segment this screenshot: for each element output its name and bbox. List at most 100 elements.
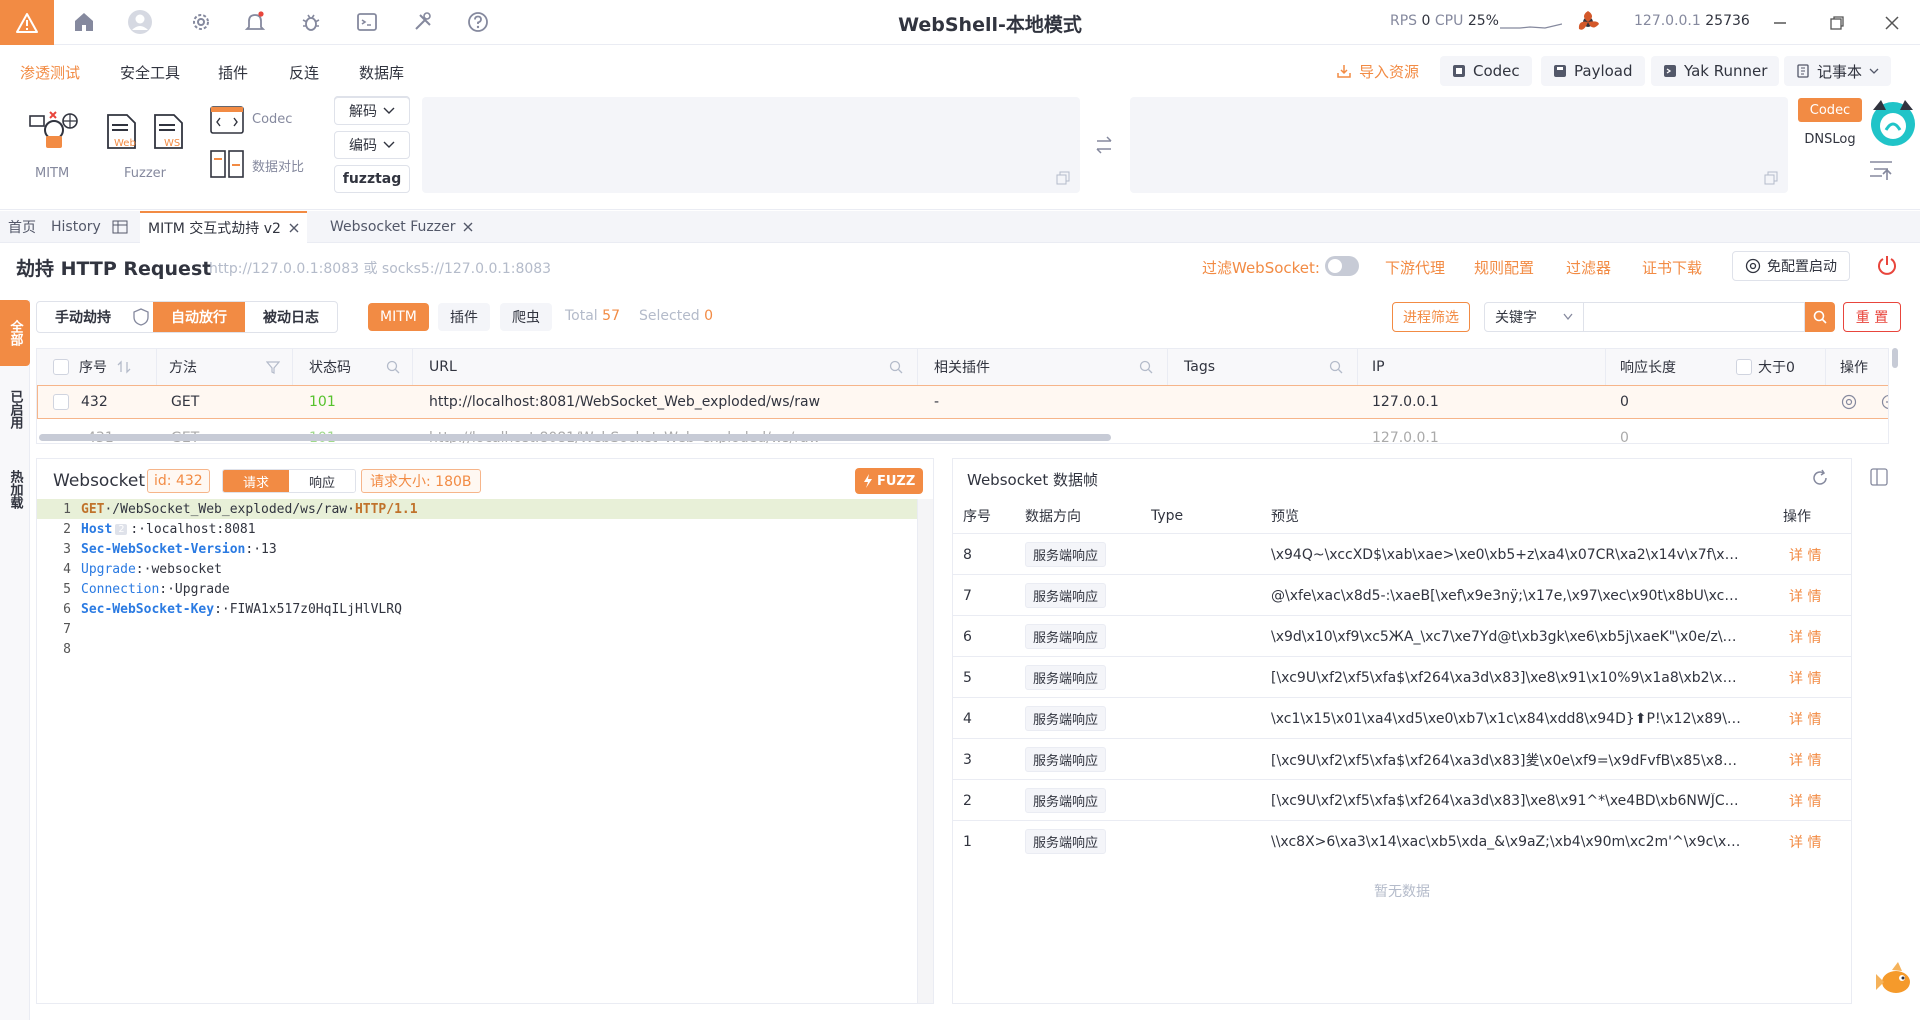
filter-link[interactable]: 过滤器 (1566, 257, 1611, 278)
code-line[interactable]: 1 GET ·/WebSocket_Web_exploded/ws/raw· HTTP… (37, 499, 417, 519)
tab-mitm-hijack[interactable]: MITM 交互式劫持 v2 (140, 211, 307, 243)
greater-than-zero-checkbox[interactable] (1736, 359, 1752, 375)
code-line[interactable]: 3 Sec-WebSocket-Version:·13 (37, 539, 277, 559)
vertical-scrollbar[interactable] (1892, 348, 1898, 368)
menu-security-tools[interactable]: 安全工具 (120, 62, 180, 83)
tools-icon[interactable] (410, 9, 436, 35)
code-line[interactable]: 6 Sec-WebSocket-Key:·FIWA1x517z0HqILjHlVL… (37, 599, 402, 619)
minimize-icon[interactable] (1766, 9, 1794, 37)
passive-log-button[interactable]: 被动日志 (245, 302, 337, 332)
frame-detail-link[interactable]: 详 情 (1789, 575, 1821, 616)
codec-shortcut-button[interactable]: Codec (1440, 56, 1532, 86)
bug-icon[interactable] (298, 9, 324, 35)
menu-database[interactable]: 数据库 (359, 62, 404, 83)
frame-detail-link[interactable]: 详 情 (1789, 821, 1821, 862)
sort-icon[interactable] (117, 360, 131, 374)
response-tab[interactable]: 响应 (289, 470, 355, 492)
help-icon[interactable] (465, 9, 491, 35)
keyword-select[interactable]: 关键字 (1484, 302, 1584, 332)
terminal-icon[interactable] (354, 9, 380, 35)
decode-button[interactable]: 解码 (334, 97, 410, 125)
compare-tool-label[interactable]: 数据对比 (252, 156, 304, 175)
chrome-icon[interactable] (1841, 394, 1857, 410)
restore-icon[interactable] (1823, 9, 1851, 37)
reset-button[interactable]: 重 置 (1843, 302, 1901, 332)
tab-toolbox[interactable] (104, 211, 136, 243)
search-icon[interactable] (1329, 360, 1343, 374)
copy-icon[interactable] (1764, 171, 1778, 185)
frame-row[interactable]: 5 服务端响应 [\xc9U\xf2\xf5\xfa$\xf264\xa3d\x83… (953, 656, 1851, 697)
frame-row[interactable]: 2 服务端响应 [\xc9U\xf2\xf5\xfa$\xf264\xa3d\x83… (953, 779, 1851, 820)
arrow-right-circle-icon[interactable] (1881, 394, 1889, 410)
alert-icon[interactable] (0, 0, 54, 45)
tab-history[interactable]: History (43, 211, 109, 243)
code-line[interactable]: 4 Upgrade:·websocket (37, 559, 222, 579)
menu-pentest[interactable]: 渗透测试 (20, 62, 80, 83)
user-avatar-icon[interactable] (127, 9, 153, 35)
frame-row[interactable]: 8 服务端响应 \x94Q~\xccXD$\xab\xae>\xe0\xb5+z\x… (953, 533, 1851, 574)
frame-detail-link[interactable]: 详 情 (1789, 616, 1821, 657)
horizontal-scrollbar[interactable] (39, 434, 1111, 441)
frame-detail-link[interactable]: 详 情 (1789, 534, 1821, 575)
frame-detail-link[interactable]: 详 情 (1789, 780, 1821, 821)
goldfish-mascot-icon[interactable] (1872, 956, 1916, 1000)
refresh-icon[interactable] (1811, 469, 1829, 487)
code-line[interactable]: 7 (37, 619, 81, 639)
home-icon[interactable] (71, 9, 97, 35)
menu-reverse[interactable]: 反连 (289, 62, 319, 83)
request-tab[interactable]: 请求 (223, 470, 289, 492)
frame-row[interactable]: 7 服务端响应 @\xfe\xac\x8d5-:\xaeB[\xef\x9e3nÿ;… (953, 574, 1851, 615)
notebook-button[interactable]: 记事本 (1784, 56, 1892, 86)
tab-websocket-fuzzer[interactable]: Websocket Fuzzer (322, 211, 481, 243)
side-tab-all[interactable]: 全部 (0, 300, 30, 366)
plugin-filter-pill[interactable]: 插件 (438, 303, 490, 331)
rule-config-link[interactable]: 规则配置 (1474, 257, 1534, 278)
side-tab-hotload[interactable]: 热加载 (0, 452, 30, 526)
frame-detail-link[interactable]: 详 情 (1789, 657, 1821, 698)
frame-detail-link[interactable]: 详 情 (1789, 739, 1821, 780)
side-panel-toggle-icon[interactable] (1870, 468, 1888, 486)
search-icon[interactable] (386, 360, 400, 374)
free-start-button[interactable]: 免配置启动 (1732, 251, 1850, 281)
gear-icon[interactable] (188, 9, 214, 35)
swap-icon[interactable] (1094, 136, 1114, 154)
codec-tool-icon[interactable] (210, 106, 244, 136)
manual-hijack-button[interactable]: 手动劫持 (37, 302, 129, 332)
code-line[interactable]: 5 Connection:·Upgrade (37, 579, 230, 599)
editor-scrollbar[interactable] (917, 499, 933, 1003)
import-resource-button[interactable]: 导入资源 (1324, 56, 1431, 86)
copy-icon[interactable] (1056, 171, 1070, 185)
encode-button[interactable]: 编码 (334, 131, 410, 159)
search-icon[interactable] (889, 360, 903, 374)
collapse-toolbar-icon[interactable] (1868, 160, 1894, 182)
fuzztag-button[interactable]: fuzztag (334, 165, 410, 193)
row-checkbox[interactable] (53, 394, 69, 410)
frame-row[interactable]: 4 服务端响应 \xc1\x15\x01\xa4\xd5\xe0\xb7\x1c\x… (953, 697, 1851, 738)
dnslog-tab[interactable]: DNSLog (1798, 128, 1862, 150)
select-all-checkbox[interactable] (53, 359, 69, 375)
code-line[interactable]: 8 (37, 639, 81, 659)
yak-runner-button[interactable]: Yak Runner (1651, 56, 1780, 86)
power-icon[interactable] (1876, 254, 1898, 276)
downstream-proxy-link[interactable]: 下游代理 (1385, 257, 1445, 278)
close-icon[interactable] (463, 222, 473, 232)
codec-tool-label[interactable]: Codec (252, 112, 292, 127)
frame-detail-link[interactable]: 详 情 (1789, 698, 1821, 739)
search-icon[interactable] (1139, 360, 1153, 374)
process-filter-button[interactable]: 进程筛选 (1392, 302, 1470, 332)
frame-row[interactable]: 6 服务端响应 \x9d\x10\xf9\xc5ЖA_\xc7\xe7Yd@t\xb… (953, 615, 1851, 656)
payload-shortcut-button[interactable]: Payload (1541, 56, 1645, 86)
auto-release-button[interactable]: 自动放行 (153, 302, 245, 332)
tab-home[interactable]: 首页 (0, 211, 44, 243)
close-icon[interactable] (289, 223, 299, 233)
filter-icon[interactable] (266, 360, 280, 374)
mitm-tool-icon[interactable] (28, 108, 80, 156)
code-line[interactable]: 2 Host 2:·localhost:8081 (37, 519, 255, 539)
side-tab-enabled[interactable]: 已启用 (0, 372, 30, 446)
fuzz-button[interactable]: FUZZ (855, 468, 924, 494)
frame-row[interactable]: 1 服务端响应 \\xc8X>6\xa3\x14\xac\xb5\xda_&\x9a… (953, 820, 1851, 861)
compare-tool-icon[interactable] (210, 150, 244, 180)
codec-input-box[interactable] (422, 97, 1080, 193)
frame-row[interactable]: 3 服务端响应 [\xc9U\xf2\xf5\xfa$\xf264\xa3d\x83… (953, 738, 1851, 779)
crawler-filter-pill[interactable]: 爬虫 (500, 303, 552, 331)
